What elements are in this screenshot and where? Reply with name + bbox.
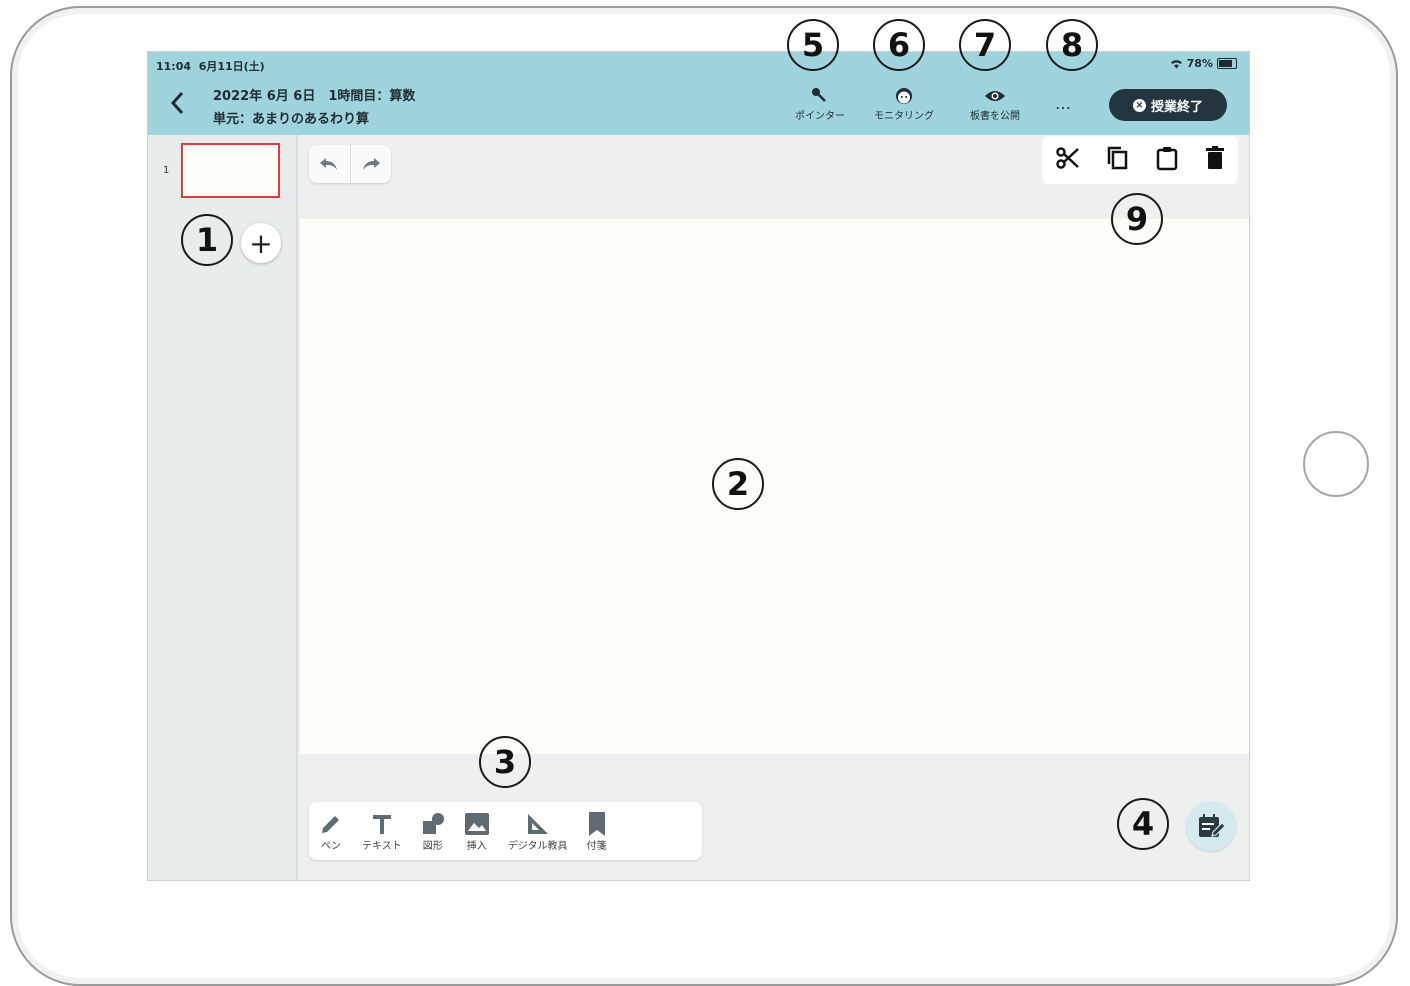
close-circle-icon: × <box>1132 98 1146 112</box>
undo-button[interactable] <box>309 145 351 183</box>
callout-marker-8: 8 <box>1046 19 1098 71</box>
digital-tools-button[interactable]: デジタル教具 <box>499 811 577 852</box>
monitoring-button[interactable]: モニタリング <box>866 85 942 122</box>
undo-icon <box>320 158 338 170</box>
wifi-icon <box>1170 59 1182 68</box>
back-button[interactable] <box>166 88 190 118</box>
sticky-note-button[interactable]: 付箋 <box>577 811 617 852</box>
ruler-triangle-icon <box>527 813 548 834</box>
pointer-button[interactable]: ポインター <box>790 85 850 122</box>
sticky-note-label: 付箋 <box>586 840 607 852</box>
paste-icon <box>1156 147 1177 171</box>
status-time: 11:04 6月11日(土) <box>156 58 265 74</box>
battery-percent: 78% <box>1186 57 1213 70</box>
callout-marker-5: 5 <box>787 19 839 71</box>
publish-board-label: 板書を公開 <box>970 111 1020 122</box>
digital-tools-label: デジタル教具 <box>507 840 568 852</box>
insert-tool-button[interactable]: 挿入 <box>455 811 499 852</box>
shape-label: 図形 <box>422 840 443 852</box>
scissors-icon <box>1055 147 1079 169</box>
page-number: 1 <box>163 165 170 176</box>
pen-icon <box>322 815 339 833</box>
status-clock: 11:04 <box>156 60 192 73</box>
callout-marker-9: 9 <box>1111 193 1163 245</box>
end-class-button[interactable]: × 授業終了 <box>1109 89 1227 121</box>
pointer-label: ポインター <box>795 111 845 122</box>
text-tool-button[interactable]: テキスト <box>353 811 411 852</box>
monitoring-label: モニタリング <box>874 111 934 122</box>
eye-icon <box>985 91 1005 101</box>
copy-button[interactable] <box>1106 145 1130 175</box>
lesson-title: 2022年 6月 6日 1時間目：算数 <box>213 89 416 104</box>
pen-tool-button[interactable]: ペン <box>309 811 353 852</box>
shape-tool-button[interactable]: 図形 <box>411 811 455 852</box>
page-thumbnail[interactable] <box>181 143 280 198</box>
text-icon <box>372 814 391 834</box>
trash-icon <box>1205 146 1224 169</box>
callout-marker-2: 2 <box>712 458 764 510</box>
app-screen: 11:04 6月11日(土) 78% 2022年 6月 6日 1時間目：算数 単… <box>147 51 1250 881</box>
chevron-left-icon <box>170 91 184 115</box>
delete-button[interactable] <box>1204 145 1226 175</box>
redo-button[interactable] <box>351 145 392 183</box>
home-button[interactable] <box>1303 431 1369 497</box>
image-icon <box>464 812 489 835</box>
undo-redo-group <box>309 145 391 183</box>
note-edit-icon <box>1199 814 1226 837</box>
redo-icon <box>362 158 380 170</box>
board-note-button[interactable] <box>1186 801 1236 851</box>
text-label: テキスト <box>362 840 402 852</box>
status-date: 6月11日(土) <box>198 60 265 73</box>
callout-marker-4: 4 <box>1117 798 1169 850</box>
drawing-toolbar: ペン テキスト 図形 挿入 デジタル教具 付箋 <box>309 802 702 860</box>
callout-marker-6: 6 <box>873 19 925 71</box>
shape-icon <box>422 812 444 834</box>
battery-icon <box>1217 58 1237 69</box>
status-indicators: 78% <box>1170 57 1237 70</box>
callout-marker-1: 1 <box>181 214 233 266</box>
insert-label: 挿入 <box>466 840 487 852</box>
callout-marker-7: 7 <box>959 19 1011 71</box>
paste-button[interactable] <box>1155 145 1179 175</box>
pointer-icon <box>812 88 826 102</box>
pen-label: ペン <box>321 840 341 852</box>
add-page-button[interactable]: + <box>241 223 281 263</box>
publish-board-button[interactable]: 板書を公開 <box>963 85 1027 122</box>
more-button[interactable]: … <box>1055 94 1073 113</box>
cut-button[interactable] <box>1055 145 1081 175</box>
monitoring-face-icon <box>896 88 912 104</box>
copy-icon <box>1107 146 1127 170</box>
board-canvas[interactable] <box>300 219 1249 754</box>
lesson-unit: 単元：あまりのあるわり算 <box>213 112 370 127</box>
edit-toolbar <box>1042 136 1238 184</box>
callout-marker-3: 3 <box>479 736 531 788</box>
end-class-label: 授業終了 <box>1150 99 1203 115</box>
bookmark-icon <box>588 811 605 836</box>
